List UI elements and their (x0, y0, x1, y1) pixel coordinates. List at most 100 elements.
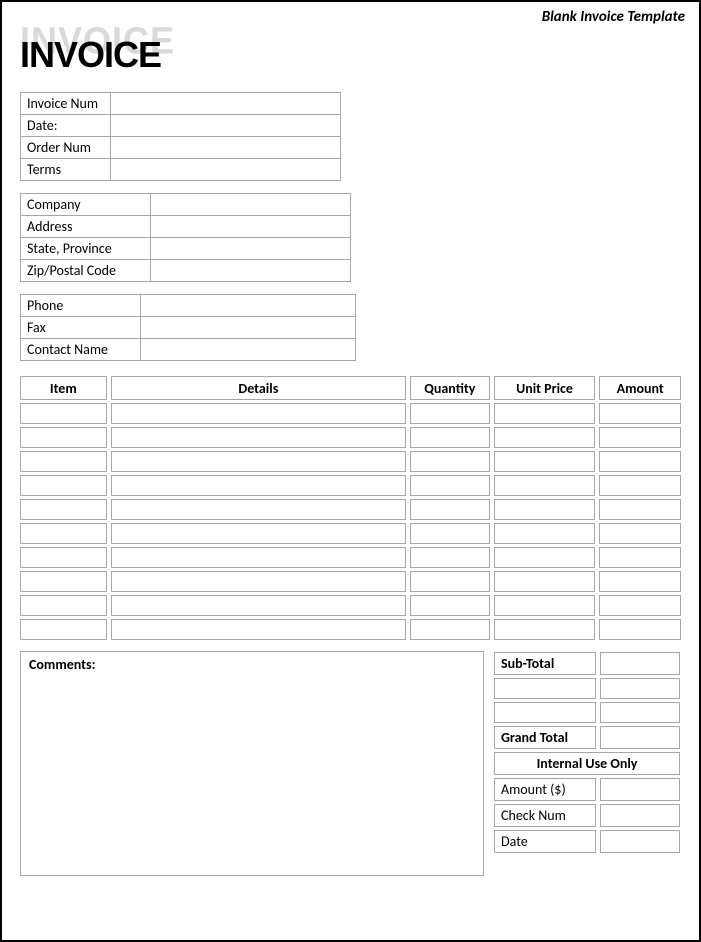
cell-details[interactable] (111, 427, 406, 448)
cell-amount[interactable] (599, 475, 681, 496)
table-row (20, 427, 681, 448)
internal-check-field[interactable] (600, 804, 680, 827)
cell-quantity[interactable] (410, 499, 489, 520)
cell-unit_price[interactable] (494, 451, 596, 472)
cell-details[interactable] (111, 595, 406, 616)
cell-item[interactable] (20, 475, 107, 496)
table-row (20, 619, 681, 640)
cell-quantity[interactable] (410, 403, 489, 424)
cell-item[interactable] (20, 523, 107, 544)
cell-amount[interactable] (599, 451, 681, 472)
cell-item[interactable] (20, 427, 107, 448)
invoice-meta-block: Invoice Num Date: Order Num Terms (20, 92, 341, 181)
cell-item[interactable] (20, 571, 107, 592)
phone-field[interactable] (141, 295, 356, 317)
cell-amount[interactable] (599, 523, 681, 544)
cell-details[interactable] (111, 619, 406, 640)
address-field[interactable] (151, 216, 351, 238)
table-row (20, 499, 681, 520)
cell-unit_price[interactable] (494, 547, 596, 568)
cell-details[interactable] (111, 523, 406, 544)
col-header-unit-price: Unit Price (494, 376, 596, 400)
totals-blank1-label[interactable] (494, 678, 596, 699)
internal-amount-field[interactable] (600, 778, 680, 801)
cell-item[interactable] (20, 547, 107, 568)
company-address-block: Company Address State, Province Zip/Post… (20, 193, 351, 282)
table-row (20, 451, 681, 472)
cell-quantity[interactable] (410, 523, 489, 544)
cell-unit_price[interactable] (494, 619, 596, 640)
zip-label: Zip/Postal Code (21, 260, 151, 282)
line-items-table: Item Details Quantity Unit Price Amount (16, 373, 685, 643)
cell-quantity[interactable] (410, 451, 489, 472)
subtotal-label: Sub-Total (494, 652, 596, 675)
cell-unit_price[interactable] (494, 427, 596, 448)
cell-quantity[interactable] (410, 427, 489, 448)
internal-date-field[interactable] (600, 830, 680, 853)
logo-main: INVOICE (20, 34, 161, 76)
cell-item[interactable] (20, 499, 107, 520)
invoice-num-field[interactable] (111, 93, 341, 115)
table-row (20, 571, 681, 592)
state-field[interactable] (151, 238, 351, 260)
cell-unit_price[interactable] (494, 475, 596, 496)
address-label: Address (21, 216, 151, 238)
zip-field[interactable] (151, 260, 351, 282)
cell-quantity[interactable] (410, 595, 489, 616)
cell-amount[interactable] (599, 499, 681, 520)
grand-total-label: Grand Total (494, 726, 596, 749)
grand-total-field[interactable] (600, 726, 680, 749)
cell-item[interactable] (20, 595, 107, 616)
table-row (20, 475, 681, 496)
cell-amount[interactable] (599, 403, 681, 424)
cell-amount[interactable] (599, 571, 681, 592)
order-num-field[interactable] (111, 137, 341, 159)
phone-label: Phone (21, 295, 141, 317)
cell-details[interactable] (111, 403, 406, 424)
cell-details[interactable] (111, 499, 406, 520)
bottom-section: Comments: Sub-Total Grand Total (16, 649, 685, 876)
cell-details[interactable] (111, 547, 406, 568)
fax-field[interactable] (141, 317, 356, 339)
invoice-num-label: Invoice Num (21, 93, 111, 115)
totals-blank2-field[interactable] (600, 702, 680, 723)
internal-date-label: Date (494, 830, 596, 853)
col-header-item: Item (20, 376, 107, 400)
subtotal-field[interactable] (600, 652, 680, 675)
col-header-details: Details (111, 376, 406, 400)
totals-blank2-label[interactable] (494, 702, 596, 723)
cell-details[interactable] (111, 571, 406, 592)
cell-details[interactable] (111, 451, 406, 472)
col-header-quantity: Quantity (410, 376, 489, 400)
cell-quantity[interactable] (410, 571, 489, 592)
cell-amount[interactable] (599, 547, 681, 568)
cell-amount[interactable] (599, 427, 681, 448)
cell-item[interactable] (20, 451, 107, 472)
cell-quantity[interactable] (410, 547, 489, 568)
comments-label: Comments: (29, 656, 95, 673)
cell-quantity[interactable] (410, 619, 489, 640)
order-num-label: Order Num (21, 137, 111, 159)
cell-amount[interactable] (599, 595, 681, 616)
cell-unit_price[interactable] (494, 523, 596, 544)
cell-item[interactable] (20, 403, 107, 424)
table-row (20, 547, 681, 568)
invoice-logo: INVOICE INVOICE (20, 28, 685, 78)
contact-block: Phone Fax Contact Name (20, 294, 356, 361)
cell-quantity[interactable] (410, 475, 489, 496)
terms-field[interactable] (111, 159, 341, 181)
cell-details[interactable] (111, 475, 406, 496)
cell-item[interactable] (20, 619, 107, 640)
date-field[interactable] (111, 115, 341, 137)
comments-box[interactable]: Comments: (20, 651, 484, 876)
company-field[interactable] (151, 194, 351, 216)
contact-name-field[interactable] (141, 339, 356, 361)
cell-unit_price[interactable] (494, 595, 596, 616)
cell-amount[interactable] (599, 619, 681, 640)
totals-blank1-field[interactable] (600, 678, 680, 699)
cell-unit_price[interactable] (494, 499, 596, 520)
date-label: Date: (21, 115, 111, 137)
cell-unit_price[interactable] (494, 403, 596, 424)
cell-unit_price[interactable] (494, 571, 596, 592)
internal-amount-label: Amount ($) (494, 778, 596, 801)
